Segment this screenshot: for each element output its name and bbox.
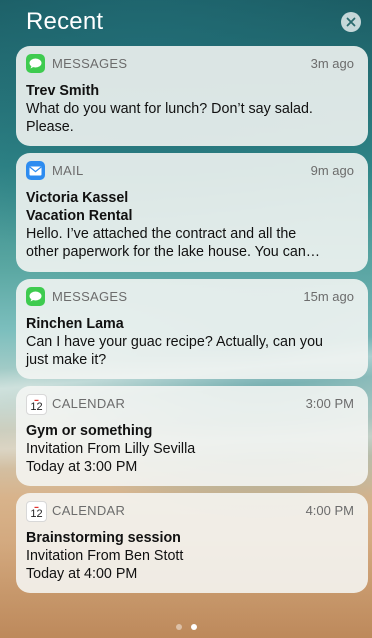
notification-card-mail-victoria[interactable]: MAIL 9m ago Victoria Kassel Vacation Ren… [16, 153, 368, 272]
notification-title: Trev Smith [26, 83, 100, 99]
app-name: CALENDAR [52, 503, 126, 518]
notification-card-calendar-gym[interactable]: ▬ 12 CALENDAR 3:00 PM Gym or something I… [16, 386, 368, 486]
mail-app-icon [26, 161, 45, 180]
page-dot-active[interactable] [190, 624, 197, 630]
notification-card-messages-rinchen[interactable]: MESSAGES 15m ago Rinchen Lama Can I have… [16, 279, 368, 379]
calendar-app-icon: ▬ 12 [26, 394, 47, 415]
notification-title: Gym or something [26, 423, 153, 439]
notification-title: Victoria Kassel [26, 190, 129, 206]
notification-text-line: Today at 3:00 PM [26, 459, 138, 475]
messages-app-icon [26, 54, 45, 73]
speech-bubble-icon [29, 291, 42, 302]
notification-text-line: just make it? [26, 352, 107, 368]
notification-text-line: Hello. I’ve attached the contract and al… [26, 226, 297, 242]
page-indicator[interactable] [0, 624, 372, 630]
notification-text-line: Invitation From Lilly Sevilla [26, 441, 196, 457]
notification-text-line: What do you want for lunch? Don’t say sa… [26, 101, 313, 117]
notification-title: Brainstorming session [26, 530, 181, 546]
notification-card-calendar-brainstorm[interactable]: ▬ 12 CALENDAR 4:00 PM Brainstorming sess… [16, 493, 368, 593]
notification-title: Rinchen Lama [26, 316, 124, 332]
messages-app-icon [26, 287, 45, 306]
clear-all-button[interactable] [341, 12, 361, 32]
page-dot[interactable] [175, 624, 182, 630]
page-title: Recent [26, 8, 104, 35]
timestamp: 15m ago [303, 289, 354, 304]
timestamp: 3:00 PM [305, 396, 354, 411]
app-name: MESSAGES [52, 289, 128, 304]
calendar-icon-day: 12 [30, 507, 43, 520]
notification-text-line: Can I have your guac recipe? Actually, c… [26, 334, 323, 350]
timestamp: 4:00 PM [305, 503, 354, 518]
notification-text-line: Please. [26, 119, 74, 135]
notification-text-line: Invitation From Ben Stott [26, 548, 184, 564]
calendar-icon-day: 12 [30, 400, 43, 413]
close-icon [346, 17, 356, 27]
notification-card-messages-trev[interactable]: MESSAGES 3m ago Trev Smith What do you w… [16, 46, 368, 146]
speech-bubble-icon [29, 58, 42, 69]
calendar-app-icon: ▬ 12 [26, 501, 47, 522]
app-name: CALENDAR [52, 396, 126, 411]
app-name: MAIL [52, 163, 84, 178]
envelope-icon [29, 166, 42, 175]
notification-text-line: Today at 4:00 PM [26, 566, 138, 582]
timestamp: 9m ago [310, 163, 354, 178]
notification-text-line: other paperwork for the lake house. You … [26, 244, 321, 260]
notification-subject: Vacation Rental [26, 208, 133, 224]
timestamp: 3m ago [310, 56, 354, 71]
app-name: MESSAGES [52, 56, 128, 71]
